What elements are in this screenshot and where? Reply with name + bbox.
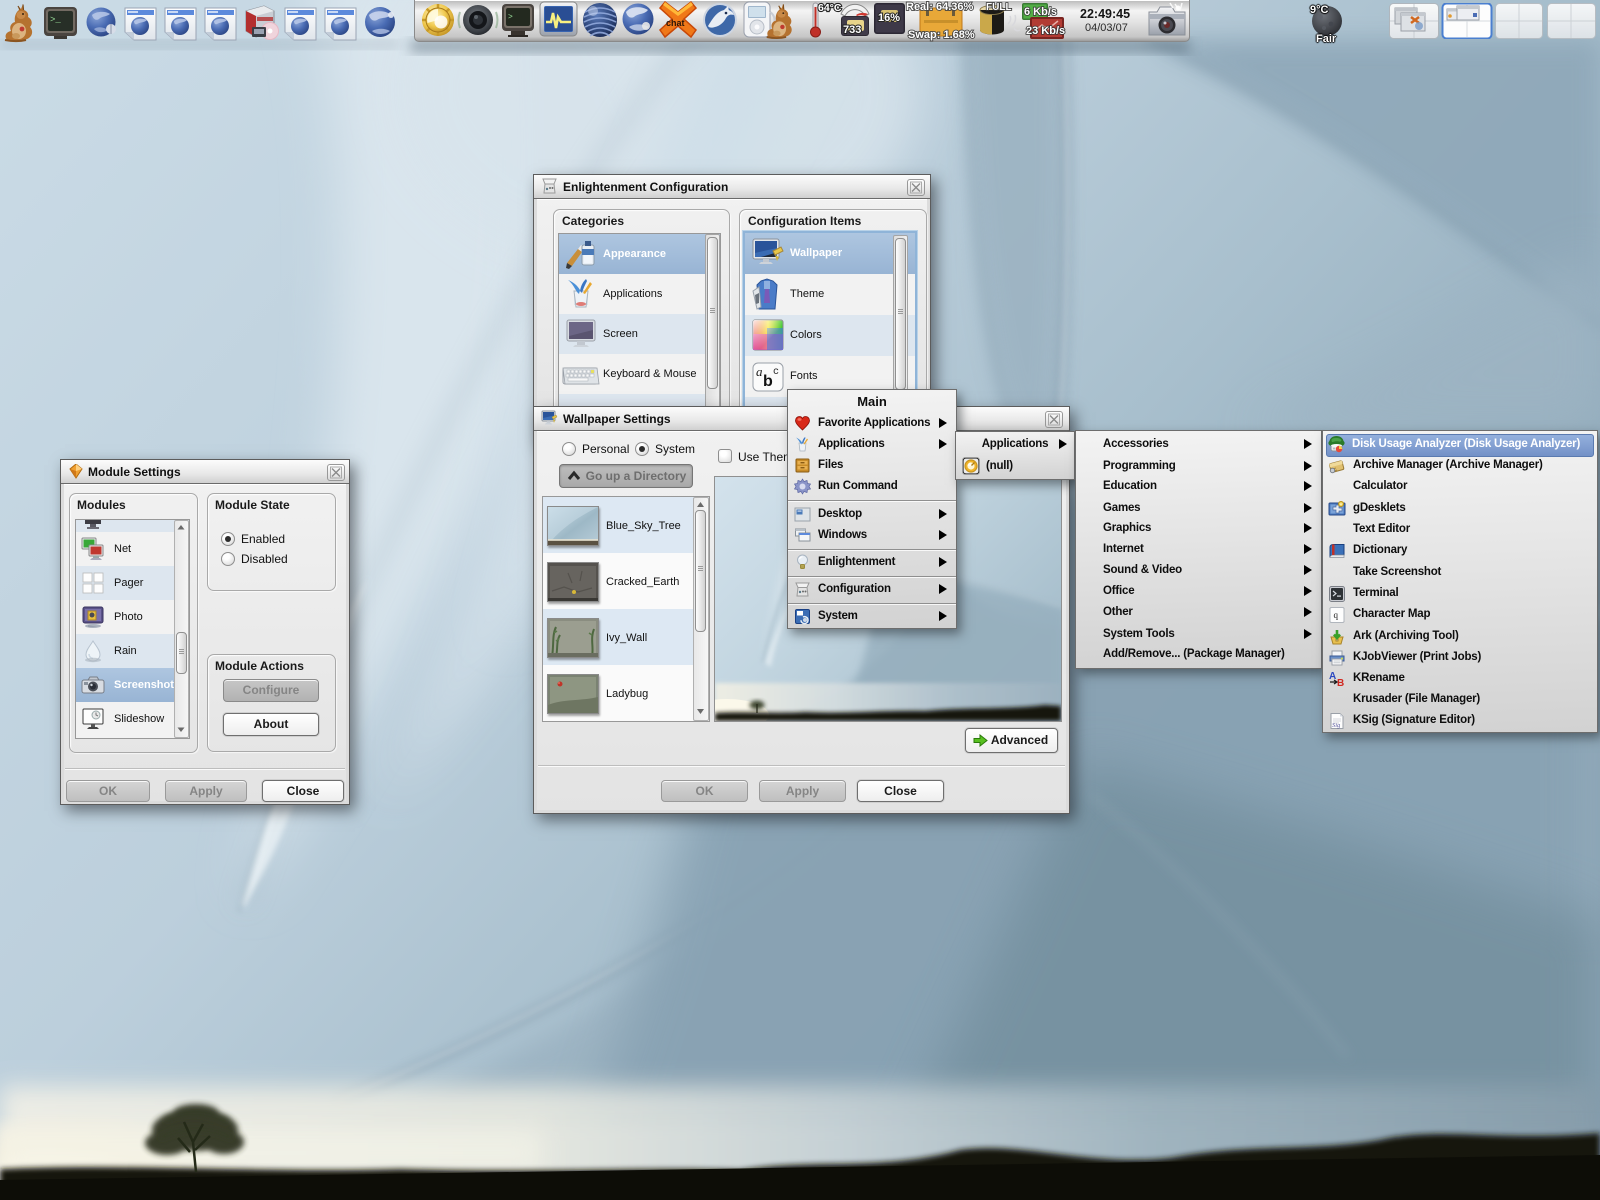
svg-text:q: q <box>1334 610 1339 620</box>
svg-text:B: B <box>1337 678 1344 688</box>
svg-text:b: b <box>763 373 773 390</box>
svg-text:a: a <box>756 364 763 379</box>
svg-text:733: 733 <box>843 24 861 36</box>
svg-text:Sig: Sig <box>1332 722 1341 729</box>
svg-text:Real: 64.36%: Real: 64.36% <box>906 1 973 13</box>
svg-text:23 Kb/s: 23 Kb/s <box>1026 25 1065 37</box>
svg-text:FULL: FULL <box>986 2 1012 13</box>
svg-text:16%: 16% <box>878 12 900 24</box>
svg-text:64°C: 64°C <box>818 2 842 14</box>
svg-text:04/03/07: 04/03/07 <box>1085 22 1128 34</box>
svg-text:>_: >_ <box>50 15 61 25</box>
svg-text:6 Kb/s: 6 Kb/s <box>1024 6 1057 18</box>
svg-text:>: > <box>508 13 513 22</box>
svg-text:Swap: 1.68%: Swap: 1.68% <box>908 29 975 41</box>
svg-text:chat: chat <box>666 18 685 28</box>
svg-text:22:49:45: 22:49:45 <box>1080 7 1130 21</box>
svg-text:c: c <box>773 367 779 378</box>
